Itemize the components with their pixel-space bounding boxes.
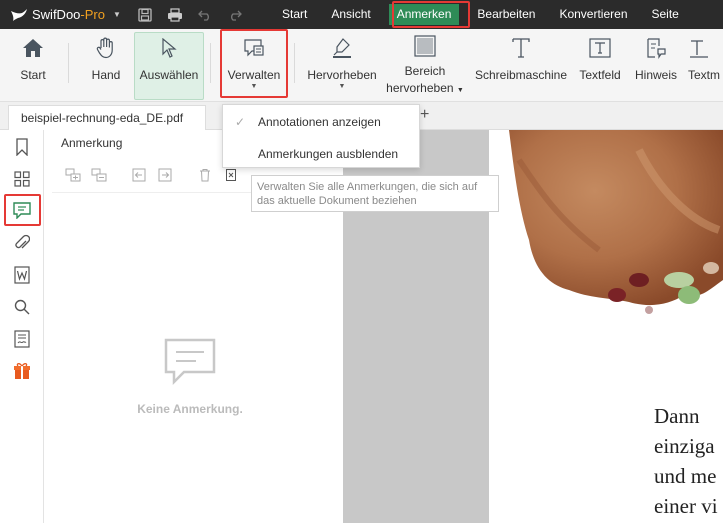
select-tool-button[interactable]: Auswählen <box>134 32 204 100</box>
swift-bird-icon <box>11 8 27 21</box>
manage-dropdown-menu: ✓ Annotationen anzeigen Anmerkungen ausb… <box>222 104 420 168</box>
tooltip-line: Verwalten Sie alle Anmerkungen, die sich… <box>257 181 478 193</box>
ribbon-separator <box>294 43 295 83</box>
document-text-line: einziga <box>654 434 715 458</box>
highlight-box-comments <box>4 194 41 226</box>
area-highlight-icon <box>414 35 436 57</box>
start-label: Start <box>20 68 46 82</box>
save-icon[interactable] <box>137 7 153 23</box>
textfield-icon <box>588 35 612 61</box>
toolbar-spacer <box>182 166 188 184</box>
hand-label: Hand <box>91 68 121 82</box>
select-label: Auswählen <box>139 68 199 82</box>
gift-icon[interactable] <box>11 360 33 382</box>
highlighter-icon <box>331 35 353 61</box>
attachment-icon[interactable] <box>11 232 33 254</box>
home-icon <box>22 35 44 61</box>
toolbar-spacer <box>116 166 122 184</box>
empty-comment-icon <box>162 336 218 389</box>
ribbon-toolbar: Start Hand Auswählen Verwalten ▼ Hervorh… <box>0 29 723 102</box>
menu-start[interactable]: Start <box>270 0 319 29</box>
word-convert-icon[interactable] <box>11 264 33 286</box>
highlight-caret-icon: ▼ <box>338 83 346 90</box>
hand-tool-button[interactable]: Hand <box>86 33 126 97</box>
document-text-line: einer vi <box>654 494 718 518</box>
highlight-label: Hervorheben <box>307 68 377 82</box>
app-name: SwifDoo-Pro <box>32 7 105 22</box>
app-menu-caret-icon[interactable]: ▼ <box>113 10 121 19</box>
panel-title: Anmerkung <box>61 136 123 150</box>
document-text-line: und me <box>654 464 717 488</box>
typewriter-t-icon <box>511 35 531 61</box>
textmark-label: Textm <box>688 68 721 82</box>
hide-annotations-item[interactable]: Anmerkungen ausblenden <box>223 140 419 168</box>
menu-konvertieren[interactable]: Konvertieren <box>547 0 639 29</box>
export-icon[interactable] <box>156 166 174 184</box>
signature-icon[interactable] <box>11 328 33 350</box>
note-label: Hinweis <box>634 68 677 82</box>
tooltip-line: das aktuelle Dokument beziehen <box>257 195 417 207</box>
document-page[interactable]: Dann einziga und me einer vi <box>489 130 723 523</box>
hand-icon <box>96 35 116 61</box>
panel-toolbar <box>64 166 240 184</box>
manage-tooltip: Verwalten Sie alle Anmerkungen, die sich… <box>251 175 499 212</box>
note-icon <box>645 35 667 61</box>
expand-all-icon[interactable] <box>64 166 82 184</box>
cursor-arrow-icon <box>161 35 177 61</box>
show-annotations-label: Annotationen anzeigen <box>258 115 381 129</box>
redo-icon[interactable] <box>227 7 243 23</box>
menu-bearbeiten[interactable]: Bearbeiten <box>465 0 547 29</box>
page-illustration <box>509 130 723 314</box>
quick-access-toolbar <box>137 7 243 23</box>
ribbon-separator <box>68 43 69 83</box>
ribbon-separator <box>210 43 211 83</box>
textmark-button[interactable]: Textm <box>688 33 723 97</box>
bookmark-icon[interactable] <box>11 136 33 158</box>
typewriter-button[interactable]: Schreibmaschine <box>474 33 568 97</box>
document-tab[interactable]: beispiel-rechnung-eda_DE.pdf <box>8 105 206 130</box>
collapse-all-icon[interactable] <box>90 166 108 184</box>
area-highlight-button[interactable]: Bereich hervorheben ▼ <box>386 33 464 97</box>
show-annotations-item[interactable]: ✓ Annotationen anzeigen <box>223 108 419 136</box>
textfield-label: Textfeld <box>579 68 621 82</box>
thumbnails-grid-icon[interactable] <box>11 168 33 190</box>
area-highlight-label: Bereich hervorheben ▼ <box>386 64 464 95</box>
print-icon[interactable] <box>167 7 183 23</box>
hide-annotations-label: Anmerkungen ausblenden <box>258 147 399 161</box>
textmark-icon <box>688 35 710 61</box>
main-menu: Start Ansicht Anmerken Bearbeiten Konver… <box>270 0 691 29</box>
highlight-box-anmerken <box>392 1 470 28</box>
document-text-line: Dann <box>654 404 700 428</box>
textfield-button[interactable]: Textfeld <box>576 33 624 97</box>
note-button[interactable]: Hinweis <box>632 33 680 97</box>
highlight-button[interactable]: Hervorheben ▼ <box>305 33 379 97</box>
delete-all-icon[interactable] <box>222 166 240 184</box>
menu-seite[interactable]: Seite <box>640 0 691 29</box>
highlight-box-verwalten <box>220 29 288 98</box>
undo-icon[interactable] <box>197 7 213 23</box>
menu-ansicht[interactable]: Ansicht <box>319 0 382 29</box>
app-logo[interactable]: SwifDoo-Pro ▼ <box>10 0 121 29</box>
search-icon[interactable] <box>11 296 33 318</box>
typewriter-label: Schreibmaschine <box>474 68 568 82</box>
start-button[interactable]: Start <box>14 33 52 97</box>
add-tab-icon[interactable]: + <box>420 106 429 124</box>
import-icon[interactable] <box>130 166 148 184</box>
empty-state-text: Keine Anmerkung. <box>137 402 243 416</box>
checkmark-icon: ✓ <box>235 115 246 129</box>
trash-icon[interactable] <box>196 166 214 184</box>
title-bar: SwifDoo-Pro ▼ Start Ansicht Anmerken Bea… <box>0 0 723 29</box>
left-sidebar <box>0 130 44 523</box>
